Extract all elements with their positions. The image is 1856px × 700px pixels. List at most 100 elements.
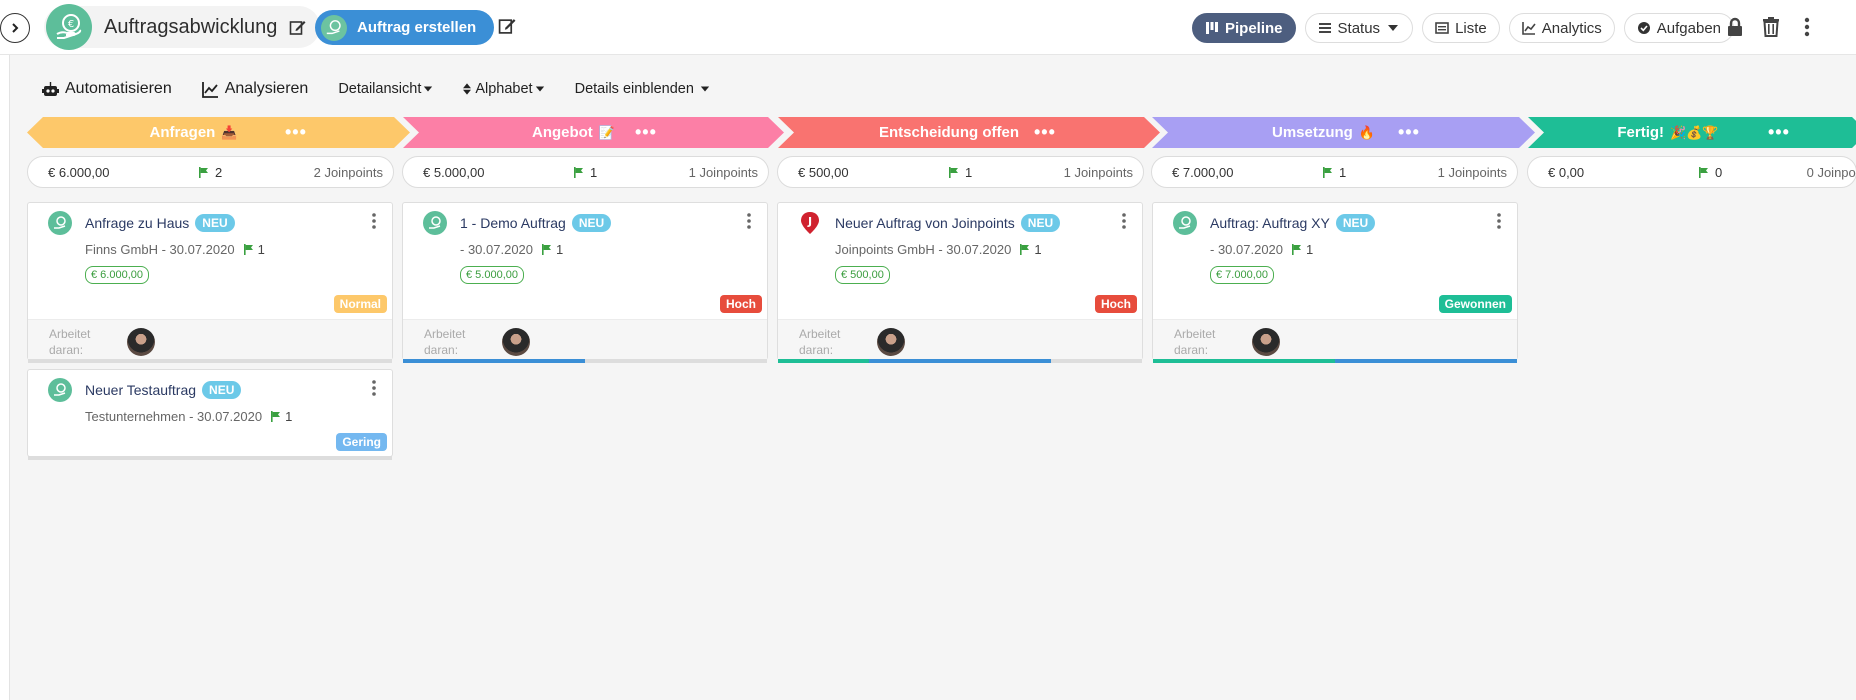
order-progress-bar <box>403 359 767 363</box>
stage-name: Entscheidung offen <box>879 124 1019 141</box>
chevron-right-icon <box>12 23 19 33</box>
stage-flag-count: 0 <box>1698 165 1722 180</box>
stage-name: Anfragen <box>149 124 216 141</box>
order-flags: 1 <box>1019 242 1042 257</box>
tab-status[interactable]: Status <box>1304 13 1414 43</box>
trash-icon[interactable] <box>1760 16 1782 43</box>
order-logo-icon <box>1173 211 1197 235</box>
tab-analytics[interactable]: Analytics <box>1508 13 1615 43</box>
stage-menu-icon[interactable]: ••• <box>1034 117 1056 148</box>
order-flags: 1 <box>270 409 292 424</box>
flag-icon <box>542 244 552 255</box>
order-title-row[interactable]: Anfrage zu Haus NEU <box>85 214 235 232</box>
avatar[interactable] <box>127 328 155 356</box>
new-badge: NEU <box>195 214 235 232</box>
order-amount: € 500,00 <box>835 266 890 284</box>
stage-5[interactable]: Fertig! 🎉💰🏆 ••• <box>1528 117 1856 148</box>
sidebar-toggle-button[interactable] <box>0 13 30 43</box>
avatar[interactable] <box>877 328 905 356</box>
flag-icon <box>199 166 208 178</box>
order-title[interactable]: Neuer Testauftrag <box>85 382 196 398</box>
stage-total-value: € 500,00 <box>798 164 849 180</box>
order-amount: € 6.000,00 <box>85 266 149 284</box>
order-card[interactable]: 1 - Demo Auftrag NEU - 30.07.2020 1 € 5.000,… <box>402 202 768 363</box>
stage-menu-icon[interactable]: ••• <box>285 117 307 148</box>
caret-down-icon <box>424 86 433 92</box>
tab-label: Status <box>1337 19 1381 37</box>
priority-badge: Hoch <box>720 295 762 313</box>
flag-count: 1 <box>1034 242 1042 257</box>
card-menu-icon[interactable] <box>372 380 376 396</box>
more-vertical-icon[interactable] <box>1796 16 1818 43</box>
flag-count: 1 <box>590 164 598 180</box>
flag-icon <box>574 166 583 178</box>
automate-button[interactable]: Automatisieren <box>42 80 172 98</box>
order-meta: Joinpoints GmbH - 30.07.2020 1 <box>835 242 1042 257</box>
priority-badge: Gewonnen <box>1438 295 1512 313</box>
tab-label: Pipeline <box>1225 19 1283 37</box>
stage-1[interactable]: Anfragen 📥 ••• <box>27 117 410 148</box>
progress-segment <box>778 359 869 363</box>
stage-joinpoints: 1 Joinpoints <box>1437 164 1507 180</box>
order-card[interactable]: J Neuer Auftrag von Joinpoints NEU Joinpoin… <box>777 202 1143 363</box>
analyze-button[interactable]: Analysieren <box>201 80 308 98</box>
assignee-label: Arbeitet daran: <box>49 327 91 357</box>
order-title[interactable]: 1 - Demo Auftrag <box>460 215 566 231</box>
order-meta: Finns GmbH - 30.07.2020 1 <box>85 242 265 257</box>
stage-menu-icon[interactable]: ••• <box>1768 117 1790 148</box>
edit-title-icon[interactable] <box>289 19 306 36</box>
card-menu-icon[interactable] <box>1497 213 1501 229</box>
show-details-dropdown[interactable]: Details einblenden <box>575 81 710 97</box>
avatar[interactable] <box>502 328 530 356</box>
order-flags: 1 <box>541 242 563 257</box>
stage-emoji: 📝 <box>598 124 615 140</box>
stage-flag-count: 2 <box>198 165 222 180</box>
list-icon <box>1435 22 1449 34</box>
detail-view-dropdown[interactable]: Detailansicht <box>338 81 433 97</box>
order-flags: 1 <box>1291 242 1313 257</box>
stage-menu-icon[interactable]: ••• <box>1398 117 1420 148</box>
create-order-button[interactable]: Auftrag erstellen <box>315 10 495 45</box>
order-flags: 1 <box>243 242 265 257</box>
stage-total-value: € 6.000,00 <box>48 164 110 180</box>
card-menu-icon[interactable] <box>372 213 376 229</box>
stage-menu-icon[interactable]: ••• <box>635 117 657 148</box>
stage-2[interactable]: Angebot 📝 ••• <box>403 117 784 148</box>
create-order-label: Auftrag erstellen <box>357 19 477 36</box>
stage-emoji: 🔥 <box>1358 124 1376 140</box>
flag-count: 1 <box>1339 164 1347 180</box>
progress-segment <box>403 359 585 363</box>
order-logo-icon <box>48 378 72 402</box>
flag-icon <box>949 166 958 178</box>
lock-icon[interactable] <box>1724 16 1746 43</box>
stage-summary: € 5.000,00 1 1 Joinpoints <box>402 156 769 188</box>
edit-icon[interactable] <box>498 17 516 35</box>
tab-pipeline[interactable]: Pipeline <box>1192 13 1296 43</box>
order-title[interactable]: Neuer Auftrag von Joinpoints <box>835 215 1015 231</box>
stage-3[interactable]: Entscheidung offen ••• <box>778 117 1160 148</box>
flag-icon <box>243 244 253 255</box>
order-card[interactable]: Anfrage zu Haus NEU Finns GmbH - 30.07.202… <box>27 202 393 363</box>
order-title[interactable]: Anfrage zu Haus <box>85 215 189 231</box>
order-company-date: - 30.07.2020 <box>1210 242 1284 257</box>
stage-4[interactable]: Umsetzung 🔥 ••• <box>1152 117 1535 148</box>
card-menu-icon[interactable] <box>1122 213 1126 229</box>
order-title-row[interactable]: Auftrag: Auftrag XY NEU <box>1210 214 1376 232</box>
avatar[interactable] <box>1252 328 1280 356</box>
order-card[interactable]: Neuer Testauftrag NEU Testunternehmen - 30… <box>27 369 393 460</box>
kanban-icon <box>1206 22 1218 34</box>
sort-dropdown[interactable]: Alphabet <box>463 81 544 97</box>
order-title-row[interactable]: 1 - Demo Auftrag NEU <box>460 214 612 232</box>
order-meta: Testunternehmen - 30.07.2020 1 <box>85 409 292 424</box>
check-circle-icon <box>1637 22 1650 34</box>
priority-badge: Gering <box>336 433 387 451</box>
card-menu-icon[interactable] <box>747 213 751 229</box>
tab-liste[interactable]: Liste <box>1422 13 1500 43</box>
assignee-label: Arbeitet daran: <box>424 327 466 357</box>
order-title-row[interactable]: Neuer Testauftrag NEU <box>85 381 242 399</box>
order-title[interactable]: Auftrag: Auftrag XY <box>1210 215 1330 231</box>
stage-total-value: € 0,00 <box>1548 164 1585 180</box>
tab-aufgaben[interactable]: Aufgaben <box>1623 13 1735 43</box>
order-title-row[interactable]: Neuer Auftrag von Joinpoints NEU <box>835 214 1061 232</box>
order-card[interactable]: Auftrag: Auftrag XY NEU - 30.07.2020 1 € 7.0… <box>1152 202 1518 363</box>
